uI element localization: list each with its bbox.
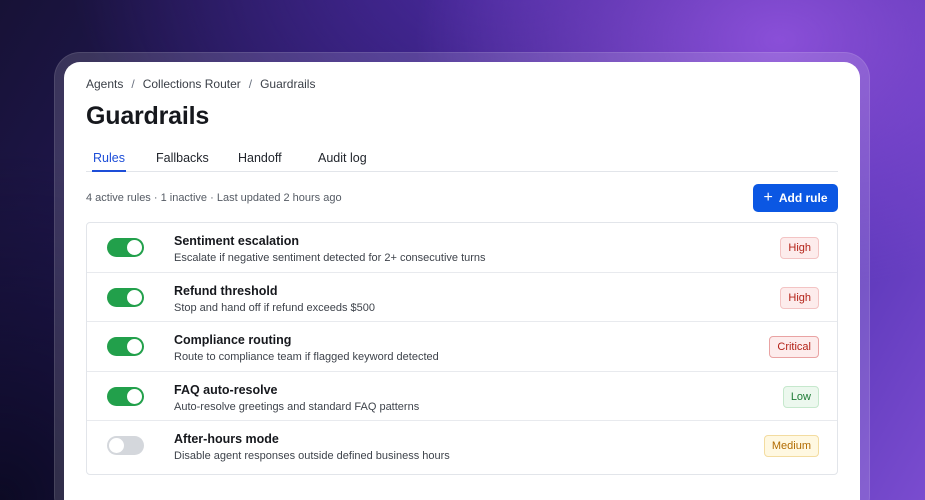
breadcrumb-item-agents[interactable]: Agents	[86, 77, 123, 91]
add-rule-label: Add rule	[778, 191, 828, 205]
rule-title: Refund threshold	[174, 283, 278, 298]
severity-badge: Critical	[769, 336, 819, 359]
rules-summary: 4 active rules · 1 inactive · Last updat…	[86, 192, 342, 204]
rule-title: Compliance routing	[174, 333, 292, 348]
rules-list: Sentiment escalation Escalate if negativ…	[86, 222, 838, 475]
guardrails-panel: Agents / Collections Router / Guardrails…	[64, 62, 860, 500]
rule-description: Route to compliance team if flagged keyw…	[174, 351, 439, 364]
tab-rules[interactable]: Rules	[92, 151, 126, 172]
tab-audit-log[interactable]: Audit log	[318, 151, 367, 172]
rule-toggle[interactable]	[107, 436, 144, 456]
rule-toggle[interactable]	[107, 238, 144, 257]
severity-badge: High	[780, 237, 819, 259]
rule-row: Compliance routing Route to compliance t…	[87, 322, 837, 372]
breadcrumb-item-collections-router[interactable]: Collections Router	[143, 77, 241, 91]
rule-row: Refund threshold Stop and hand off if re…	[87, 273, 837, 323]
breadcrumb-separator: /	[248, 77, 253, 91]
rule-row: FAQ auto-resolve Auto-resolve greetings …	[87, 372, 837, 422]
toggle-knob	[127, 240, 142, 255]
rule-description: Disable agent responses outside defined …	[174, 450, 450, 463]
rule-description: Escalate if negative sentiment detected …	[174, 252, 486, 264]
toggle-knob	[127, 289, 142, 305]
tab-fallbacks[interactable]: Fallbacks	[156, 151, 209, 172]
rule-toggle[interactable]	[107, 287, 144, 307]
severity-badge: Low	[782, 385, 819, 408]
add-rule-button[interactable]: + Add rule	[753, 184, 838, 212]
rule-row: Sentiment escalation Escalate if negativ…	[87, 223, 837, 273]
rule-description: Stop and hand off if refund exceeds $500	[174, 301, 376, 314]
rule-description: Auto-resolve greetings and standard FAQ …	[174, 400, 420, 413]
tab-handoff[interactable]: Handoff	[238, 151, 282, 172]
toggle-knob	[109, 438, 124, 454]
severity-badge: High	[780, 286, 819, 309]
page-title: Guardrails	[86, 102, 210, 130]
rule-title: Sentiment escalation	[174, 234, 300, 248]
rule-toggle[interactable]	[107, 337, 144, 357]
toggle-knob	[127, 388, 142, 404]
plus-icon: +	[763, 188, 773, 206]
rule-title: FAQ auto-resolve	[174, 382, 278, 397]
tab-bar: Rules Fallbacks Handoff Audit log	[86, 148, 838, 172]
breadcrumb-item-guardrails: Guardrails	[260, 77, 316, 91]
breadcrumb-separator: /	[131, 77, 135, 91]
rule-toggle[interactable]	[107, 386, 144, 406]
rule-title: After-hours mode	[174, 432, 279, 447]
breadcrumb: Agents / Collections Router / Guardrails	[86, 77, 315, 91]
toggle-knob	[127, 339, 142, 355]
rule-row: After-hours mode Disable agent responses…	[87, 421, 837, 471]
severity-badge: Medium	[763, 435, 819, 458]
